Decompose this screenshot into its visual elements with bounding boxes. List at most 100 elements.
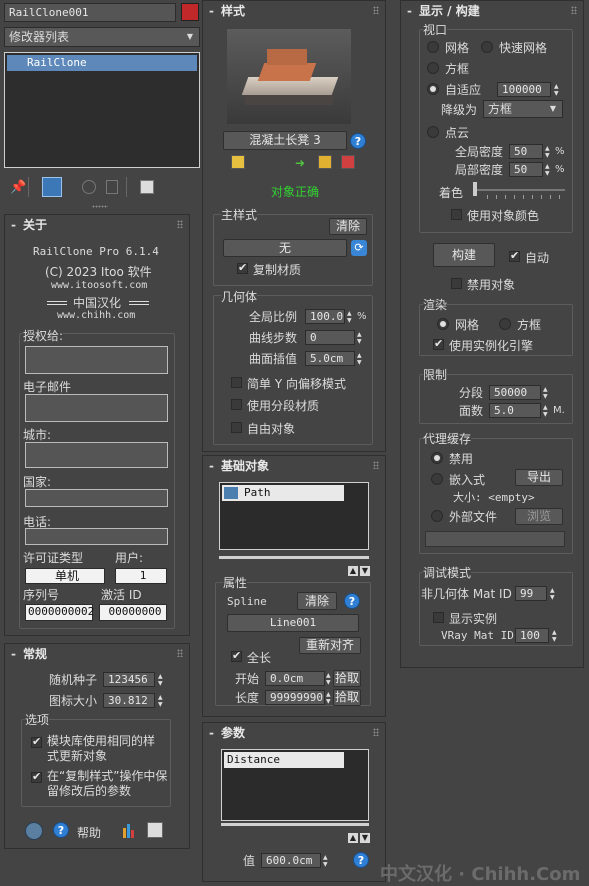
seed-spinner[interactable]: ▲ ▼ <box>158 673 166 687</box>
realign-button[interactable]: 重新对齐 <box>299 637 361 654</box>
simple-y-checkbox[interactable] <box>231 377 242 388</box>
color-slider-thumb[interactable] <box>473 182 477 196</box>
params-scrollbar[interactable] <box>221 823 369 826</box>
object-name-field[interactable]: RailClone001 <box>4 3 176 22</box>
delete-modifier-icon[interactable] <box>106 180 118 194</box>
modifier-stack[interactable]: RailClone <box>4 52 200 168</box>
curve-steps-spinner[interactable]: ▲ ▼ <box>357 331 365 345</box>
serial-field[interactable]: 0000000002 <box>25 604 94 621</box>
color-slider-track[interactable] <box>473 189 565 191</box>
statistics-icon[interactable] <box>121 822 137 838</box>
use-obj-color-checkbox[interactable] <box>451 209 462 220</box>
icon-size-spinner[interactable]: ▲ ▼ <box>158 694 166 708</box>
make-unique-icon[interactable] <box>82 180 96 194</box>
global-scale-field[interactable]: 100.0 <box>305 309 345 324</box>
proxy-disable-radio[interactable] <box>431 452 443 464</box>
about-header[interactable]: - 关于 <box>5 215 189 235</box>
viewport-pointcloud-radio[interactable] <box>427 126 439 138</box>
transfer-icon[interactable] <box>318 155 332 169</box>
main-style-clear-button[interactable]: 清除 <box>329 218 367 235</box>
faces-field[interactable]: 5.0 <box>489 403 541 418</box>
param-item-distance[interactable]: Distance <box>224 752 344 768</box>
icon-size-field[interactable]: 30.812 <box>103 693 155 708</box>
length-pick-button[interactable]: 拾取 <box>333 689 361 706</box>
list-scrollbar[interactable] <box>219 556 369 559</box>
proxy-path-field[interactable] <box>425 531 565 547</box>
activation-field[interactable]: 00000000 <box>99 604 167 621</box>
splitter-grip[interactable] <box>92 205 108 208</box>
help-label[interactable]: 帮助 <box>77 824 101 841</box>
non-geom-spinner[interactable]: ▲ ▼ <box>550 587 558 601</box>
build-button[interactable]: 构建 <box>433 243 495 267</box>
value-spinner[interactable]: ▲ ▼ <box>323 854 331 868</box>
global-density-spinner[interactable]: ▲ ▼ <box>545 145 553 159</box>
global-density-field[interactable]: 50 <box>509 144 543 159</box>
adaptive-field[interactable]: 100000 <box>497 82 551 97</box>
vray-spinner[interactable]: ▲ ▼ <box>552 629 560 643</box>
viewport-mesh-radio[interactable] <box>427 41 439 53</box>
city-field[interactable] <box>25 442 168 468</box>
auto-checkbox[interactable] <box>509 249 520 262</box>
viewport-adaptive-radio[interactable] <box>427 83 439 95</box>
export-icon[interactable] <box>341 155 355 169</box>
refresh-icon[interactable]: ⟳ <box>351 240 367 256</box>
proxy-external-radio[interactable] <box>431 510 443 522</box>
params-list[interactable]: Distance <box>221 749 369 821</box>
pin-icon[interactable]: 📌 <box>10 180 26 195</box>
general-header[interactable]: - 常规 <box>5 644 189 664</box>
vray-field[interactable]: 100 <box>515 628 549 643</box>
global-scale-spinner[interactable]: ▲ ▼ <box>347 310 355 324</box>
style-help-icon[interactable]: ? <box>350 133 366 149</box>
params-help-icon[interactable]: ? <box>353 852 369 868</box>
globe-icon[interactable] <box>25 822 43 840</box>
segment-mat-checkbox[interactable] <box>231 399 242 410</box>
style-name-button[interactable]: 混凝土长凳 3 <box>223 131 347 150</box>
edit-style-icon[interactable] <box>231 155 245 169</box>
render-mesh-radio[interactable] <box>437 318 449 330</box>
curve-steps-field[interactable]: 0 <box>305 330 355 345</box>
proxy-export-button[interactable]: 导出 <box>515 469 563 486</box>
viewport-box-radio[interactable] <box>427 62 439 74</box>
base-object-item-path[interactable]: Path <box>222 485 344 501</box>
proxy-embedded-radio[interactable] <box>431 473 443 485</box>
spline-pick-button[interactable]: Line001 <box>227 614 359 632</box>
segments-spinner[interactable]: ▲ ▼ <box>543 386 551 400</box>
style-header[interactable]: - 样式 <box>203 1 385 21</box>
email-field[interactable] <box>25 394 168 422</box>
configure-sets-icon[interactable] <box>140 180 154 194</box>
surface-interp-field[interactable]: 5.0cm <box>305 351 355 366</box>
help-icon[interactable]: ? <box>53 822 69 838</box>
local-density-spinner[interactable]: ▲ ▼ <box>545 163 553 177</box>
base-objects-header[interactable]: - 基础对象 <box>203 456 385 476</box>
main-style-none-button[interactable]: 无 <box>223 239 347 257</box>
phone-field[interactable] <box>25 528 168 545</box>
proxy-browse-button[interactable]: 浏览 <box>515 508 563 525</box>
degrade-dropdown[interactable]: 方框 ▼ <box>483 100 563 118</box>
stack-item-railclone[interactable]: RailClone <box>7 55 197 71</box>
spline-help-icon[interactable]: ? <box>344 593 360 609</box>
style-preview-image[interactable] <box>227 29 351 124</box>
local-density-field[interactable]: 50 <box>509 162 543 177</box>
length-field[interactable]: 99999990 <box>265 690 325 705</box>
import-icon[interactable]: ➜ <box>295 156 305 170</box>
full-length-checkbox[interactable] <box>231 649 242 662</box>
disable-obj-checkbox[interactable] <box>451 278 462 289</box>
copy-material-checkbox[interactable] <box>237 261 248 274</box>
instancing-checkbox[interactable] <box>433 337 444 350</box>
seed-field[interactable]: 123456 <box>103 672 155 687</box>
faces-spinner[interactable]: ▲ ▼ <box>543 404 551 418</box>
start-field[interactable]: 0.0cm <box>265 671 325 686</box>
render-box-radio[interactable] <box>499 318 511 330</box>
params-up-icon[interactable]: ▲ <box>348 833 358 843</box>
object-color-swatch[interactable] <box>181 3 199 21</box>
spline-clear-button[interactable]: 清除 <box>297 592 337 610</box>
value-field[interactable]: 600.0cm <box>261 853 321 868</box>
show-end-result-icon[interactable] <box>42 177 62 197</box>
params-down-icon[interactable]: ▼ <box>360 833 370 843</box>
country-field[interactable] <box>25 489 168 507</box>
non-geom-field[interactable]: 99 <box>515 586 547 601</box>
move-down-icon[interactable]: ▼ <box>360 566 370 576</box>
segments-field[interactable]: 50000 <box>489 385 541 400</box>
start-pick-button[interactable]: 拾取 <box>333 670 361 687</box>
license-to-field[interactable] <box>25 346 168 374</box>
